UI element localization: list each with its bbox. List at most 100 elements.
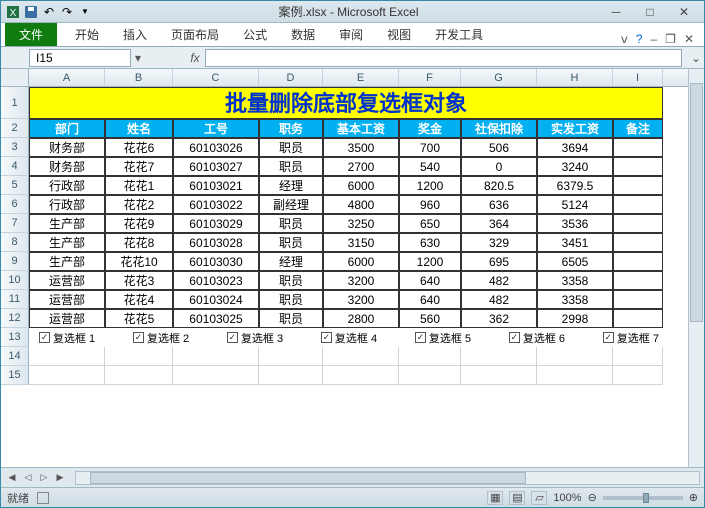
cell-r7-c5[interactable]: 650 xyxy=(399,214,461,233)
tab-1[interactable]: 插入 xyxy=(113,23,157,46)
cell-r12-c5[interactable]: 560 xyxy=(399,309,461,328)
zoom-level[interactable]: 100% xyxy=(553,492,581,504)
cell-r9-c8[interactable] xyxy=(613,252,663,271)
sheet-nav-last-icon[interactable]: ▶ xyxy=(53,471,67,485)
cell-r7-c3[interactable]: 职员 xyxy=(259,214,323,233)
cell-r12-c3[interactable]: 职员 xyxy=(259,309,323,328)
col-header-C[interactable]: C xyxy=(173,69,259,86)
minimize-button[interactable]: ─ xyxy=(604,5,628,19)
ribbon-minimize-icon[interactable]: ⅴ xyxy=(621,32,628,46)
cell-r14-c5[interactable] xyxy=(399,347,461,366)
cell-r8-c8[interactable] xyxy=(613,233,663,252)
checkbox-box-icon[interactable]: ✓ xyxy=(227,332,238,343)
cell-r4-c0[interactable]: 财务部 xyxy=(29,157,105,176)
cell-r12-c2[interactable]: 60103025 xyxy=(173,309,259,328)
zoom-slider[interactable] xyxy=(603,496,683,500)
cell-r6-c4[interactable]: 4800 xyxy=(323,195,399,214)
checkbox-box-icon[interactable]: ✓ xyxy=(321,332,332,343)
cell-r7-c7[interactable]: 3536 xyxy=(537,214,613,233)
cell-r7-c1[interactable]: 花花9 xyxy=(105,214,173,233)
cell-r6-c5[interactable]: 960 xyxy=(399,195,461,214)
checkbox-6[interactable]: ✓复选框 6 xyxy=(509,330,565,346)
row-header-12[interactable]: 12 xyxy=(1,309,29,328)
cell-r6-c0[interactable]: 行政部 xyxy=(29,195,105,214)
checkbox-4[interactable]: ✓复选框 4 xyxy=(321,330,377,346)
cell-r3-c2[interactable]: 60103026 xyxy=(173,138,259,157)
cell-r4-c1[interactable]: 花花7 xyxy=(105,157,173,176)
checkbox-box-icon[interactable]: ✓ xyxy=(39,332,50,343)
sheet-nav-prev-icon[interactable]: ◁ xyxy=(21,471,35,485)
checkbox-box-icon[interactable]: ✓ xyxy=(509,332,520,343)
cell-r8-c5[interactable]: 630 xyxy=(399,233,461,252)
cell-r11-c1[interactable]: 花花4 xyxy=(105,290,173,309)
cell-r5-c6[interactable]: 820.5 xyxy=(461,176,537,195)
cell-r12-c1[interactable]: 花花5 xyxy=(105,309,173,328)
cell-r12-c8[interactable] xyxy=(613,309,663,328)
cell-r9-c0[interactable]: 生产部 xyxy=(29,252,105,271)
zoom-out-button[interactable]: ⊖ xyxy=(588,491,597,504)
cell-r5-c0[interactable]: 行政部 xyxy=(29,176,105,195)
col-header-A[interactable]: A xyxy=(29,69,105,86)
cell-r3-c8[interactable] xyxy=(613,138,663,157)
table-header-7[interactable]: 实发工资 xyxy=(537,119,613,138)
col-header-D[interactable]: D xyxy=(259,69,323,86)
cell-r10-c4[interactable]: 3200 xyxy=(323,271,399,290)
cell-r14-c2[interactable] xyxy=(173,347,259,366)
checkbox-3[interactable]: ✓复选框 3 xyxy=(227,330,283,346)
checkbox-7[interactable]: ✓复选框 7 xyxy=(603,330,659,346)
cell-r7-c0[interactable]: 生产部 xyxy=(29,214,105,233)
cell-r15-c2[interactable] xyxy=(173,366,259,385)
cell-r4-c6[interactable]: 0 xyxy=(461,157,537,176)
cell-r10-c7[interactable]: 3358 xyxy=(537,271,613,290)
cell-r15-c7[interactable] xyxy=(537,366,613,385)
checkbox-box-icon[interactable]: ✓ xyxy=(133,332,144,343)
cell-r8-c7[interactable]: 3451 xyxy=(537,233,613,252)
cell-r9-c5[interactable]: 1200 xyxy=(399,252,461,271)
vertical-scroll-thumb[interactable] xyxy=(690,83,703,322)
view-layout-icon[interactable]: ▤ xyxy=(509,491,525,505)
cell-r3-c3[interactable]: 职员 xyxy=(259,138,323,157)
cell-r6-c3[interactable]: 副经理 xyxy=(259,195,323,214)
qat-dropdown-icon[interactable]: ▼ xyxy=(77,4,93,20)
cell-r9-c2[interactable]: 60103030 xyxy=(173,252,259,271)
close-button[interactable]: ✕ xyxy=(672,5,696,19)
cell-r6-c2[interactable]: 60103022 xyxy=(173,195,259,214)
row-header-10[interactable]: 10 xyxy=(1,271,29,290)
sheet-nav-first-icon[interactable]: ◀ xyxy=(5,471,19,485)
col-header-G[interactable]: G xyxy=(461,69,537,86)
row-header-9[interactable]: 9 xyxy=(1,252,29,271)
horizontal-scrollbar[interactable] xyxy=(75,471,700,485)
cell-r11-c0[interactable]: 运营部 xyxy=(29,290,105,309)
undo-icon[interactable]: ↶ xyxy=(41,4,57,20)
macro-record-icon[interactable] xyxy=(37,492,49,504)
row-header-14[interactable]: 14 xyxy=(1,347,29,366)
cell-r7-c2[interactable]: 60103029 xyxy=(173,214,259,233)
cell-r14-c0[interactable] xyxy=(29,347,105,366)
vertical-scrollbar[interactable] xyxy=(688,69,704,467)
cell-r9-c3[interactable]: 经理 xyxy=(259,252,323,271)
cell-r15-c6[interactable] xyxy=(461,366,537,385)
cell-r3-c1[interactable]: 花花6 xyxy=(105,138,173,157)
cell-r12-c4[interactable]: 2800 xyxy=(323,309,399,328)
cell-r6-c1[interactable]: 花花2 xyxy=(105,195,173,214)
cell-r5-c1[interactable]: 花花1 xyxy=(105,176,173,195)
row-header-1[interactable]: 1 xyxy=(1,87,29,119)
col-header-H[interactable]: H xyxy=(537,69,613,86)
cell-r15-c5[interactable] xyxy=(399,366,461,385)
table-header-2[interactable]: 工号 xyxy=(173,119,259,138)
cell-r8-c3[interactable]: 职员 xyxy=(259,233,323,252)
cell-r5-c3[interactable]: 经理 xyxy=(259,176,323,195)
zoom-in-button[interactable]: ⊕ xyxy=(689,491,698,504)
help-icon[interactable]: ? xyxy=(636,32,643,46)
cell-r8-c6[interactable]: 329 xyxy=(461,233,537,252)
table-header-6[interactable]: 社保扣除 xyxy=(461,119,537,138)
cell-r11-c7[interactable]: 3358 xyxy=(537,290,613,309)
cell-r5-c4[interactable]: 6000 xyxy=(323,176,399,195)
select-all-corner[interactable] xyxy=(1,69,29,86)
cell-r7-c4[interactable]: 3250 xyxy=(323,214,399,233)
cell-r10-c2[interactable]: 60103023 xyxy=(173,271,259,290)
cell-r9-c6[interactable]: 695 xyxy=(461,252,537,271)
horizontal-scroll-thumb[interactable] xyxy=(90,472,526,484)
sheet-title[interactable]: 批量删除底部复选框对象 xyxy=(29,87,663,119)
maximize-button[interactable]: □ xyxy=(638,5,662,19)
